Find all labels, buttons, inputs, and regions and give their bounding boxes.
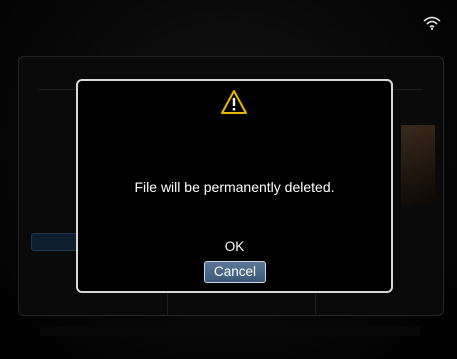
warning-icon <box>221 90 247 114</box>
ok-button[interactable]: OK <box>78 239 391 254</box>
background-photo-thumbnail <box>401 125 435 207</box>
delete-confirm-dialog: File will be permanently deleted. OK Can… <box>76 79 393 293</box>
dialog-message: File will be permanently deleted. <box>134 179 335 195</box>
cancel-button[interactable]: Cancel <box>204 261 266 283</box>
wifi-icon <box>423 16 441 30</box>
screen: File will be permanently deleted. OK Can… <box>0 0 457 359</box>
background-footer <box>40 326 420 336</box>
